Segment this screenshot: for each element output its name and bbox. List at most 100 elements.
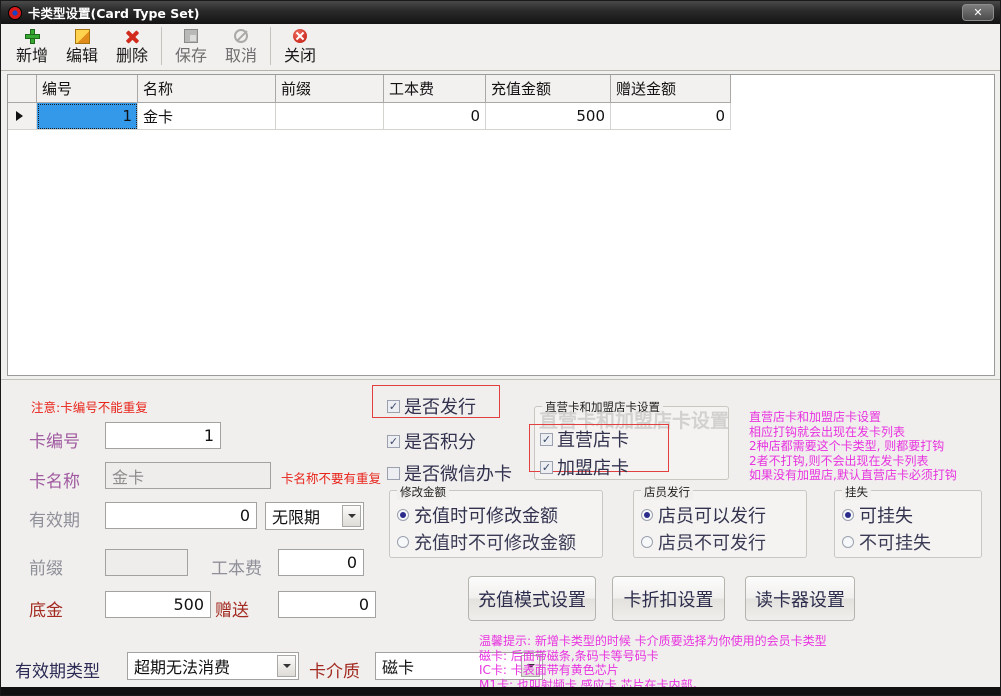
save-disk-icon [184, 27, 198, 45]
checkbox-franchise-store-box[interactable]: ✓ [540, 460, 553, 474]
toolbar-button-save[interactable]: 保存 [166, 24, 216, 66]
card-media-hint-text: 温馨提示: 新增卡类型的时候 卡介质要选择为你使用的会员卡类型 磁卡: 后面带磁… [479, 634, 827, 692]
amount-edit-groupbox-title: 修改金额 [397, 484, 449, 500]
radio-cannot-report-loss-label: 不可挂失 [859, 533, 931, 554]
radio-clerk-can-issue[interactable]: 店员可以发行 [641, 502, 766, 528]
label-card-media: 卡介质 [309, 662, 360, 682]
card-no-input[interactable] [105, 422, 221, 449]
prefix-input[interactable] [105, 549, 188, 576]
toolbar-button-edit[interactable]: 编辑 [57, 24, 107, 66]
cost-input[interactable] [278, 549, 364, 576]
radio-amount-not-editable[interactable]: 充值时不可修改金额 [397, 529, 576, 555]
toolbar-separator [161, 27, 162, 65]
checkbox-wechat[interactable]: 是否微信办卡 [387, 460, 512, 486]
radio-cannot-report-loss[interactable]: 不可挂失 [842, 529, 931, 555]
radio-clerk-cannot-issue-label: 店员不可发行 [658, 533, 766, 554]
cell-gift[interactable]: 0 [610, 102, 731, 130]
validity-input[interactable] [105, 502, 257, 529]
toolbar-label-edit: 编辑 [65, 46, 98, 65]
toolbar-button-cancel[interactable]: 取消 [216, 24, 266, 66]
label-card-no: 卡编号 [29, 432, 80, 452]
validity-unit-value: 无限期 [272, 508, 321, 527]
checkbox-issue-box[interactable]: ✓ [387, 399, 400, 413]
checkbox-points-box[interactable]: ✓ [387, 434, 400, 448]
grid-header-row: 编号 名称 前缀 工本费 充值金额 赠送金额 [8, 75, 731, 103]
validity-type-value: 超期无法消费 [134, 658, 231, 677]
checkbox-direct-store-box[interactable]: ✓ [540, 432, 553, 446]
grid-table: 编号 名称 前缀 工本费 充值金额 赠送金额 1 金卡 0 500 0 [8, 75, 731, 130]
note-card-no-duplicate: 注意:卡编号不能重复 [31, 400, 148, 415]
toolbar-label-cancel: 取消 [224, 46, 257, 65]
radio-can-report-loss-dot[interactable] [842, 509, 854, 521]
toolbar-label-delete: 删除 [115, 46, 148, 65]
base-amount-input[interactable] [105, 591, 211, 618]
radio-can-report-loss-label: 可挂失 [859, 506, 913, 527]
card-reader-settings-button[interactable]: 读卡器设置 [745, 576, 855, 621]
row-indicator [8, 102, 37, 130]
cell-recharge[interactable]: 500 [485, 102, 611, 130]
radio-amount-editable-dot[interactable] [397, 509, 409, 521]
radio-clerk-cannot-issue-dot[interactable] [641, 536, 653, 548]
grid-col-card-no[interactable]: 编号 [36, 75, 138, 103]
checkbox-points[interactable]: ✓ 是否积分 [387, 428, 476, 454]
card-discount-settings-button[interactable]: 卡折扣设置 [612, 576, 725, 621]
grid-col-name[interactable]: 名称 [137, 75, 276, 103]
checkbox-wechat-box[interactable] [387, 466, 400, 480]
table-row[interactable]: 1 金卡 0 500 0 [8, 102, 731, 130]
checkbox-direct-store[interactable]: ✓ 直营店卡 [540, 426, 629, 452]
window-title: 卡类型设置(Card Type Set) [28, 6, 200, 21]
checkbox-wechat-label: 是否微信办卡 [404, 464, 512, 485]
validity-type-combo[interactable]: 超期无法消费 [127, 652, 299, 680]
close-red-icon [293, 27, 307, 45]
cancel-ban-icon [234, 27, 248, 45]
grid-col-gift[interactable]: 赠送金额 [610, 75, 731, 103]
radio-amount-editable[interactable]: 充值时可修改金额 [397, 502, 558, 528]
label-base-amount: 底金 [29, 601, 63, 621]
checkbox-franchise-store-label: 加盟店卡 [557, 458, 629, 479]
checkbox-issue[interactable]: ✓ 是否发行 [387, 393, 476, 419]
report-loss-groupbox-title: 挂失 [842, 484, 871, 500]
toolbar-separator [270, 27, 271, 65]
card-detail-panel: 注意:卡编号不能重复 卡编号 卡名称 卡名称不要有重复 有效期 无限期 前缀 工… [1, 379, 1000, 695]
radio-cannot-report-loss-dot[interactable] [842, 536, 854, 548]
card-media-value: 磁卡 [382, 658, 415, 677]
statusbar [1, 687, 1000, 695]
close-icon[interactable]: ✕ [962, 4, 994, 21]
cell-card-no[interactable]: 1 [36, 102, 138, 130]
toolbar-button-delete[interactable]: 删除 [107, 24, 157, 66]
radio-amount-not-editable-dot[interactable] [397, 536, 409, 548]
label-cost: 工本费 [211, 559, 262, 579]
checkbox-issue-label: 是否发行 [404, 397, 476, 418]
radio-clerk-cannot-issue[interactable]: 店员不可发行 [641, 529, 766, 555]
recharge-mode-settings-button[interactable]: 充值模式设置 [468, 576, 596, 621]
radio-clerk-can-issue-dot[interactable] [641, 509, 653, 521]
label-prefix: 前缀 [29, 559, 63, 579]
delete-x-icon [125, 27, 140, 45]
cell-prefix[interactable] [275, 102, 384, 130]
pencil-icon [74, 27, 90, 45]
validity-unit-combo[interactable]: 无限期 [265, 502, 364, 530]
label-card-name: 卡名称 [29, 472, 80, 492]
radio-clerk-can-issue-label: 店员可以发行 [658, 506, 766, 527]
toolbar-button-close[interactable]: 关闭 [275, 24, 325, 66]
cell-cost[interactable]: 0 [383, 102, 486, 130]
grid-col-recharge[interactable]: 充值金额 [485, 75, 611, 103]
checkbox-franchise-store[interactable]: ✓ 加盟店卡 [540, 454, 629, 480]
label-validity-type: 有效期类型 [15, 662, 100, 682]
card-name-input[interactable] [105, 462, 271, 489]
cell-name[interactable]: 金卡 [137, 102, 276, 130]
card-type-grid[interactable]: 编号 名称 前缀 工本费 充值金额 赠送金额 1 金卡 0 500 0 [7, 74, 995, 376]
chevron-down-icon[interactable] [342, 505, 361, 527]
gift-amount-input[interactable] [278, 591, 376, 618]
checkbox-direct-store-label: 直营店卡 [557, 430, 629, 451]
grid-col-cost[interactable]: 工本费 [383, 75, 486, 103]
toolbar-label-close: 关闭 [283, 46, 316, 65]
radio-can-report-loss[interactable]: 可挂失 [842, 502, 913, 528]
titlebar: 卡类型设置(Card Type Set) ✕ [1, 1, 1000, 24]
grid-col-prefix[interactable]: 前缀 [275, 75, 384, 103]
note-card-name-duplicate: 卡名称不要有重复 [281, 471, 382, 486]
toolbar: 新增 编辑 删除 保存 取消 关闭 [1, 24, 1000, 71]
chevron-down-icon[interactable] [277, 655, 296, 677]
plus-icon [24, 27, 40, 45]
toolbar-button-add[interactable]: 新增 [7, 24, 57, 66]
